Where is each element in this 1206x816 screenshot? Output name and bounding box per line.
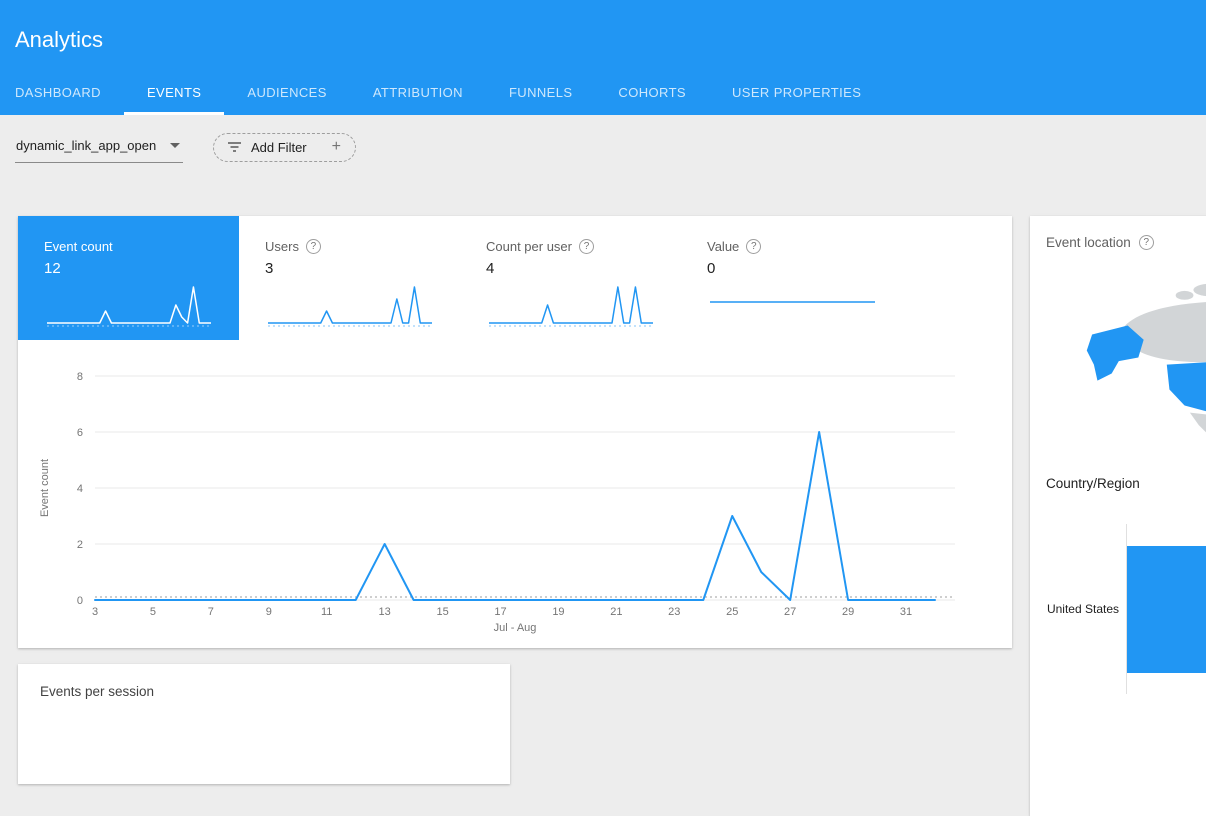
- svg-text:25: 25: [726, 606, 738, 618]
- svg-text:21: 21: [610, 606, 622, 618]
- svg-text:9: 9: [266, 606, 272, 618]
- tab-audiences[interactable]: AUDIENCES: [247, 85, 326, 115]
- metric-label: Value: [707, 239, 739, 254]
- svg-text:Jul - Aug: Jul - Aug: [494, 622, 537, 634]
- svg-text:17: 17: [494, 606, 506, 618]
- metric-value: 3: [265, 260, 434, 277]
- metric-card-count-per-user[interactable]: Count per user ? 4: [460, 216, 681, 340]
- sparkline-event-count: [44, 281, 216, 333]
- tab-attribution[interactable]: ATTRIBUTION: [373, 85, 463, 115]
- events-per-session-title: Events per session: [18, 664, 510, 699]
- event-location-title: Event location: [1046, 235, 1131, 250]
- svg-text:13: 13: [379, 606, 391, 618]
- svg-text:0: 0: [77, 595, 83, 607]
- plus-icon: +: [332, 140, 341, 154]
- help-icon[interactable]: ?: [746, 239, 761, 254]
- help-icon[interactable]: ?: [306, 239, 321, 254]
- help-icon[interactable]: ?: [1139, 235, 1154, 250]
- svg-text:7: 7: [208, 606, 214, 618]
- tab-cohorts[interactable]: COHORTS: [618, 85, 686, 115]
- svg-text:5: 5: [150, 606, 156, 618]
- country-label: United States: [1030, 602, 1126, 616]
- tab-events[interactable]: EVENTS: [147, 85, 201, 115]
- metric-value: 12: [44, 260, 213, 277]
- add-filter-label: Add Filter: [251, 140, 307, 155]
- metric-card-value[interactable]: Value ? 0: [681, 216, 902, 340]
- svg-text:11: 11: [321, 606, 332, 618]
- event-count-chart-area: 0 2 4 6 8 3 5 7 9 11 13 15 17 19 21 23 25 27 29 31 Jul - Aug…: [18, 340, 1012, 642]
- svg-text:3: 3: [92, 606, 98, 618]
- event-location-card: Event location ? Country/Region United S…: [1030, 216, 1206, 816]
- geo-bar-axis: [1126, 524, 1206, 694]
- add-filter-button[interactable]: Add Filter +: [213, 133, 356, 162]
- sparkline-count-per-user: [486, 281, 658, 333]
- svg-text:19: 19: [552, 606, 564, 618]
- tab-user-properties[interactable]: USER PROPERTIES: [732, 85, 861, 115]
- tab-funnels[interactable]: FUNNELS: [509, 85, 572, 115]
- page-title: Analytics: [0, 0, 1206, 53]
- metric-card-event-count[interactable]: Event count 12: [18, 216, 239, 340]
- svg-text:4: 4: [77, 483, 83, 495]
- svg-text:2: 2: [77, 539, 83, 551]
- metric-value: 0: [707, 260, 876, 277]
- svg-text:31: 31: [900, 606, 912, 618]
- metric-label: Count per user: [486, 239, 572, 254]
- country-region-header: Country/Region: [1046, 476, 1206, 491]
- svg-text:27: 27: [784, 606, 796, 618]
- event-count-chart: 0 2 4 6 8 3 5 7 9 11 13 15 17 19 21 23 25 27 29 31 Jul - Aug…: [30, 350, 990, 642]
- geo-bar-row: United States: [1030, 524, 1206, 694]
- caret-down-icon: [170, 143, 180, 148]
- svg-text:23: 23: [668, 606, 680, 618]
- svg-text:Event count: Event count: [39, 459, 51, 517]
- filter-icon: [227, 141, 242, 153]
- event-selector-value: dynamic_link_app_open: [16, 138, 156, 153]
- tab-dashboard[interactable]: DASHBOARD: [15, 85, 101, 115]
- events-chart-card: Event count 12 Users ? 3 Count per user …: [18, 216, 1012, 648]
- svg-text:29: 29: [842, 606, 854, 618]
- svg-text:8: 8: [77, 371, 83, 383]
- event-selector-dropdown[interactable]: dynamic_link_app_open: [15, 131, 183, 163]
- app-header: Analytics DASHBOARD EVENTS AUDIENCES ATT…: [0, 0, 1206, 115]
- event-location-map: [1030, 258, 1206, 450]
- metric-label: Users: [265, 239, 299, 254]
- sparkline-users: [265, 281, 437, 333]
- filter-bar: dynamic_link_app_open Add Filter +: [15, 131, 356, 163]
- events-per-session-card: Events per session: [18, 664, 510, 784]
- nav-tabs: DASHBOARD EVENTS AUDIENCES ATTRIBUTION F…: [15, 85, 1206, 115]
- sparkline-value: [707, 281, 879, 333]
- metric-tabs: Event count 12 Users ? 3 Count per user …: [18, 216, 1012, 340]
- metric-card-users[interactable]: Users ? 3: [239, 216, 460, 340]
- help-icon[interactable]: ?: [579, 239, 594, 254]
- metric-label: Event count: [44, 239, 113, 254]
- metric-value: 4: [486, 260, 655, 277]
- north-america-map: [1085, 258, 1206, 450]
- united-states-bar[interactable]: [1127, 546, 1206, 673]
- svg-text:6: 6: [77, 427, 83, 439]
- svg-text:15: 15: [436, 606, 448, 618]
